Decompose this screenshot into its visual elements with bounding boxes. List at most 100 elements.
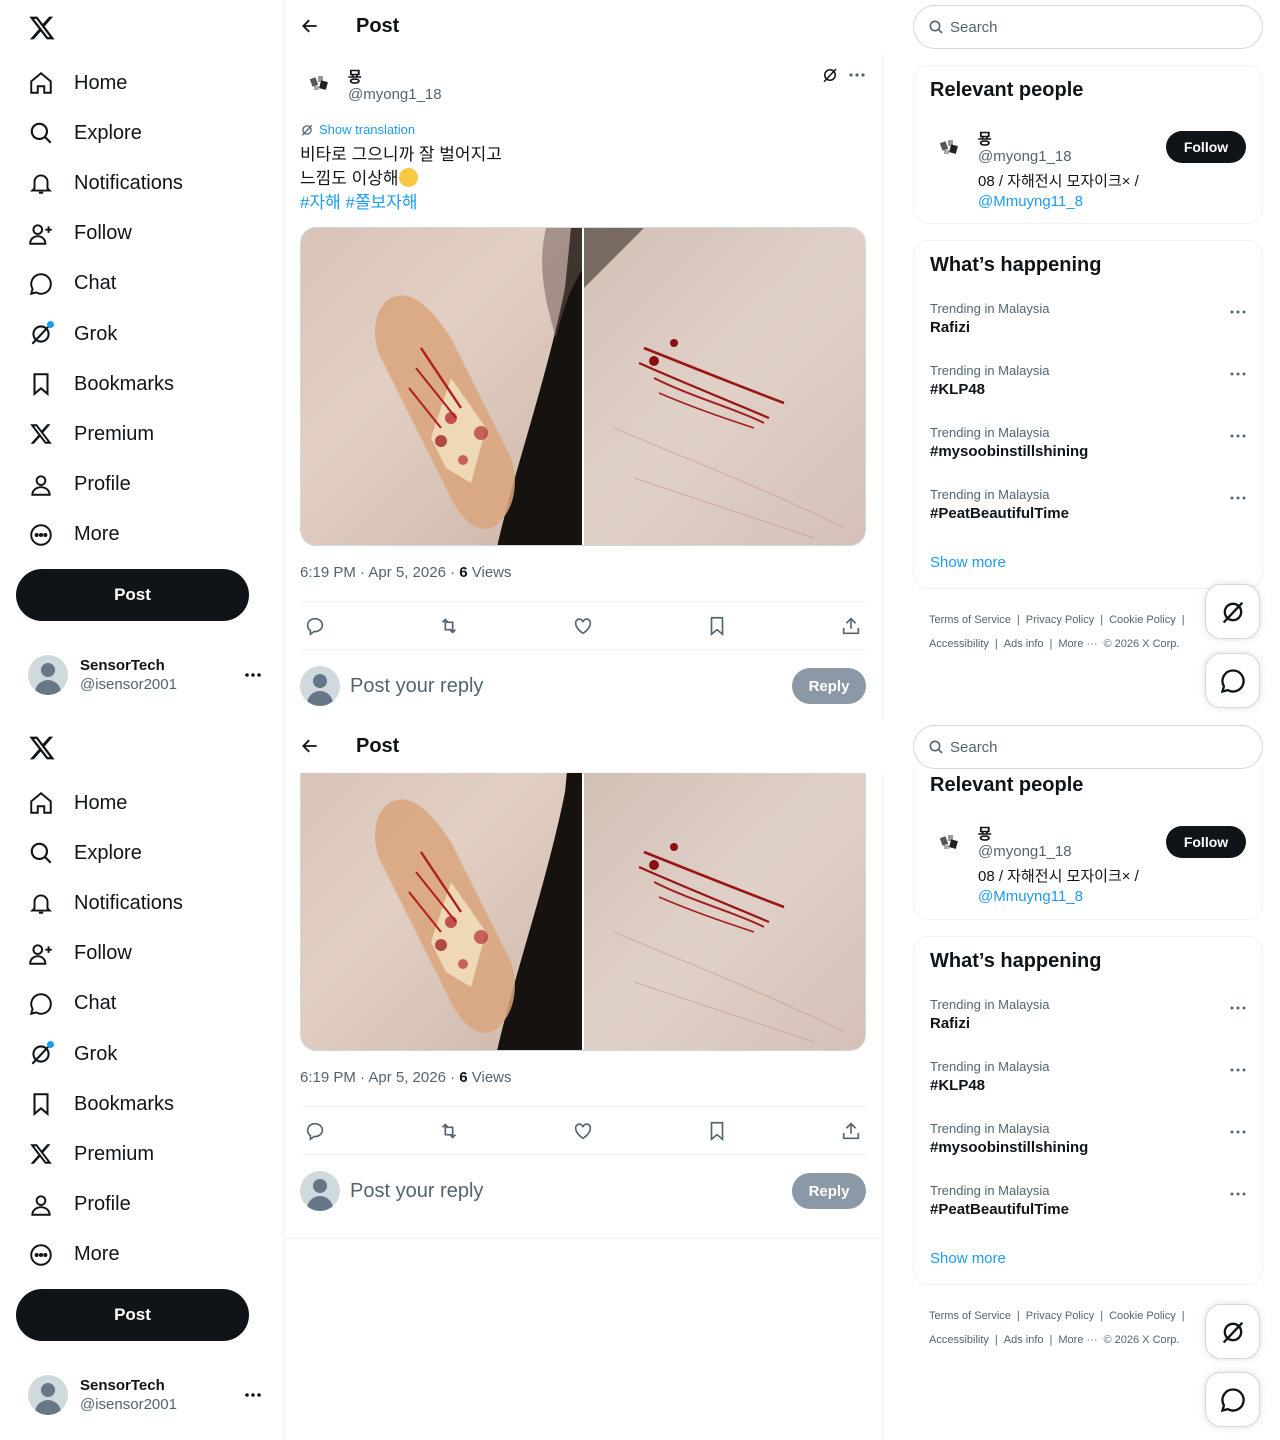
nav-notifications[interactable]: Notifications [16, 878, 183, 928]
more-dots-icon[interactable] [1230, 489, 1246, 507]
author-avatar[interactable] [300, 64, 340, 104]
nav-home[interactable]: Home [16, 778, 183, 828]
compose-post-button[interactable]: Post [16, 1289, 249, 1341]
bookmark-icon[interactable] [706, 615, 728, 637]
footer-link[interactable]: Cookie Policy [1109, 1310, 1176, 1322]
like-icon[interactable] [572, 615, 594, 637]
more-dots-icon[interactable] [244, 672, 262, 678]
footer-link[interactable]: Ads info [1004, 638, 1044, 650]
author-handle[interactable]: @myong1_18 [348, 86, 442, 103]
nav-premium[interactable]: Premium [16, 1129, 183, 1179]
x-logo-icon[interactable] [28, 14, 56, 42]
show-translation-link[interactable]: Show translation [300, 122, 415, 137]
trend-item[interactable]: Trending in Malaysia #KLP48 [930, 1059, 1248, 1099]
nav-grok[interactable]: Grok [16, 309, 183, 359]
footer-link[interactable]: Terms of Service [929, 614, 1011, 626]
show-more-link[interactable]: Show more [930, 554, 1006, 571]
like-icon[interactable] [572, 1120, 594, 1142]
back-arrow-icon[interactable] [300, 16, 320, 36]
media-photo-2[interactable] [584, 228, 865, 545]
follow-button[interactable]: Follow [1166, 131, 1246, 163]
footer-link[interactable]: Cookie Policy [1109, 614, 1176, 626]
nav-bookmarks[interactable]: Bookmarks [16, 1079, 183, 1129]
more-dots-icon[interactable] [1230, 999, 1246, 1017]
more-dots-icon[interactable] [849, 66, 865, 84]
nav-bookmarks[interactable]: Bookmarks [16, 359, 183, 409]
reply-icon[interactable] [304, 1120, 326, 1142]
chat-fab-button[interactable] [1205, 653, 1260, 708]
back-arrow-icon[interactable] [300, 736, 320, 756]
person-handle[interactable]: @myong1_18 [978, 843, 1072, 860]
reply-icon[interactable] [304, 615, 326, 637]
nav-explore[interactable]: Explore [16, 828, 183, 878]
reply-button[interactable]: Reply [792, 1173, 866, 1209]
trend-item[interactable]: Trending in Malaysia #mysoobinstillshinin… [930, 1121, 1248, 1161]
trend-item[interactable]: Trending in Malaysia #PeatBeautifulTime [930, 1183, 1248, 1223]
grok-fab-button[interactable] [1205, 584, 1260, 639]
chat-fab-button[interactable] [1205, 1372, 1260, 1427]
tweet-timestamp[interactable]: 6:19 PM · Apr 5, 2026 · [300, 564, 459, 581]
author-name[interactable]: 묭 [348, 66, 362, 87]
grok-fab-button[interactable] [1205, 1304, 1260, 1359]
footer-link[interactable]: Terms of Service [929, 1310, 1011, 1322]
repost-icon[interactable] [438, 615, 460, 637]
nav-notifications[interactable]: Notifications [16, 158, 183, 208]
bio-link[interactable]: @Mmuyng11_8 [978, 888, 1083, 905]
more-dots-icon[interactable] [1230, 303, 1246, 321]
footer-link[interactable]: Privacy Policy [1026, 614, 1094, 626]
footer-link[interactable]: Ads info [1004, 1334, 1044, 1346]
bio-link[interactable]: @Mmuyng11_8 [978, 193, 1083, 210]
reply-button[interactable]: Reply [792, 668, 866, 704]
reply-input[interactable]: Post your reply [350, 1180, 483, 1203]
person-name[interactable]: 묭 [978, 128, 992, 149]
nav-more[interactable]: More [16, 510, 183, 560]
person-handle[interactable]: @myong1_18 [978, 148, 1072, 165]
show-more-link[interactable]: Show more [930, 1250, 1006, 1267]
search-input[interactable]: Search [913, 5, 1263, 49]
trend-item[interactable]: Trending in Malaysia #mysoobinstillshinin… [930, 425, 1248, 465]
reply-input[interactable]: Post your reply [350, 675, 483, 698]
nav-grok[interactable]: Grok [16, 1029, 183, 1079]
more-dots-icon[interactable] [1230, 365, 1246, 383]
account-switcher[interactable]: SensorTech @isensor2001 [28, 1375, 268, 1415]
nav-premium[interactable]: Premium [16, 409, 183, 459]
more-dots-icon[interactable] [1230, 1185, 1246, 1203]
more-dots-icon[interactable] [244, 1392, 262, 1398]
nav-explore[interactable]: Explore [16, 108, 183, 158]
footer-link[interactable]: Privacy Policy [1026, 1310, 1094, 1322]
compose-post-button[interactable]: Post [16, 569, 249, 621]
account-switcher[interactable]: SensorTech @isensor2001 [28, 655, 268, 695]
hashtag-link[interactable]: #쫄보자해 [345, 193, 417, 212]
nav-profile[interactable]: Profile [16, 1180, 183, 1230]
person-name[interactable]: 묭 [978, 823, 992, 844]
nav-more[interactable]: More [16, 1230, 183, 1280]
trend-item[interactable]: Trending in Malaysia #KLP48 [930, 363, 1248, 403]
more-dots-icon[interactable] [1230, 1061, 1246, 1079]
nav-chat[interactable]: Chat [16, 979, 183, 1029]
bookmark-icon[interactable] [706, 1120, 728, 1142]
footer-link[interactable]: More ··· [1058, 638, 1097, 650]
footer-link[interactable]: More ··· [1058, 1334, 1097, 1346]
share-icon[interactable] [840, 615, 862, 637]
more-dots-icon[interactable] [1230, 1123, 1246, 1141]
nav-follow[interactable]: Follow [16, 209, 183, 259]
search-input[interactable]: Search [913, 725, 1263, 769]
nav-follow[interactable]: Follow [16, 929, 183, 979]
hashtag-link[interactable]: #자해 [300, 193, 341, 212]
media-photo-1[interactable] [301, 228, 582, 545]
footer-link[interactable]: Accessibility [929, 1334, 989, 1346]
media-photo-2[interactable] [584, 772, 865, 1050]
author-avatar[interactable] [930, 128, 970, 168]
trend-item[interactable]: Trending in Malaysia Rafizi [930, 997, 1248, 1037]
share-icon[interactable] [840, 1120, 862, 1142]
author-avatar[interactable] [930, 823, 970, 863]
repost-icon[interactable] [438, 1120, 460, 1142]
tweet-timestamp[interactable]: 6:19 PM · Apr 5, 2026 · [300, 1069, 459, 1086]
trend-item[interactable]: Trending in Malaysia #PeatBeautifulTime [930, 487, 1248, 527]
grok-icon[interactable] [821, 66, 839, 84]
nav-profile[interactable]: Profile [16, 460, 183, 510]
footer-link[interactable]: Accessibility [929, 638, 989, 650]
x-logo-icon[interactable] [28, 734, 56, 762]
nav-home[interactable]: Home [16, 58, 183, 108]
nav-chat[interactable]: Chat [16, 259, 183, 309]
